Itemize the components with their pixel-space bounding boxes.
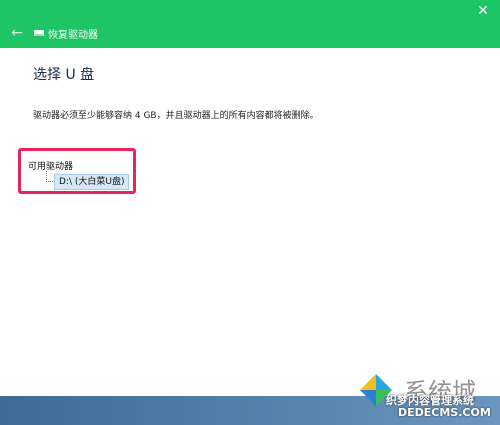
page-title: 选择 U 盘 <box>33 67 95 83</box>
tree-connector <box>46 171 53 182</box>
drive-list-item[interactable]: D:\ (大白菜U盘) <box>54 174 130 190</box>
close-icon[interactable]: ✕ <box>472 0 494 22</box>
window-title: 恢复驱动器 <box>48 30 98 41</box>
recovery-drive-window: ← 恢复驱动器 ✕ 选择 U 盘 驱动器必须至少能够容纳 4 GB，并且驱动器上… <box>0 0 500 396</box>
back-arrow-icon[interactable]: ← <box>8 24 26 42</box>
drive-icon <box>34 30 44 36</box>
watermark-url: DEDECMS.COM <box>398 406 491 419</box>
title-bar: ← 恢复驱动器 ✕ <box>0 0 500 48</box>
description-text: 驱动器必须至少能够容纳 4 GB，并且驱动器上的所有内容都将被删除。 <box>33 111 319 121</box>
